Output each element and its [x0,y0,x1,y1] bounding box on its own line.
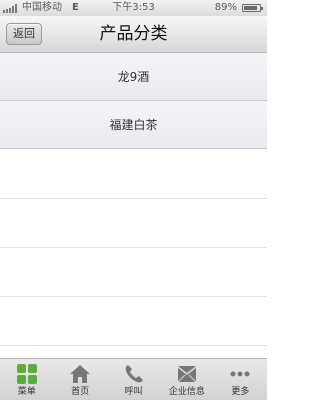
tab-label: 呼叫 [124,387,143,397]
row-divider [0,247,267,248]
category-item-fujian-white-tea[interactable]: 福建白茶 [0,101,267,149]
tab-label: 首页 [71,387,90,397]
tab-label: 更多 [231,387,250,397]
tab-bar: 菜单 首页 呼叫 企业信息 更多 [0,358,267,400]
app-screen: 中国移动 E 下午3:53 89% 产品分类 返回 龙9酒 福建白茶 菜单 首页… [0,0,267,400]
mail-icon [177,366,197,383]
empty-list-area [0,150,267,360]
row-divider [0,296,267,297]
tab-label: 菜单 [17,387,36,397]
tab-menu[interactable]: 菜单 [0,359,53,400]
tab-home[interactable]: 首页 [53,359,106,400]
grid-icon [16,364,37,384]
back-button[interactable]: 返回 [6,23,42,45]
nav-bar: 产品分类 返回 [0,16,267,53]
more-icon [230,371,250,377]
tab-label: 企业信息 [168,387,205,397]
status-bar: 中国移动 E 下午3:53 89% [0,0,267,16]
category-item-long9-wine[interactable]: 龙9酒 [0,53,267,101]
row-divider [0,198,267,199]
tab-company-info[interactable]: 企业信息 [160,359,213,400]
row-divider [0,345,267,346]
home-icon [70,365,91,383]
battery-percent: 89% [214,2,237,13]
tab-more[interactable]: 更多 [214,359,267,400]
battery-icon [242,4,263,12]
tab-call[interactable]: 呼叫 [107,359,160,400]
phone-icon [125,365,143,383]
category-list: 龙9酒 福建白茶 [0,53,267,149]
